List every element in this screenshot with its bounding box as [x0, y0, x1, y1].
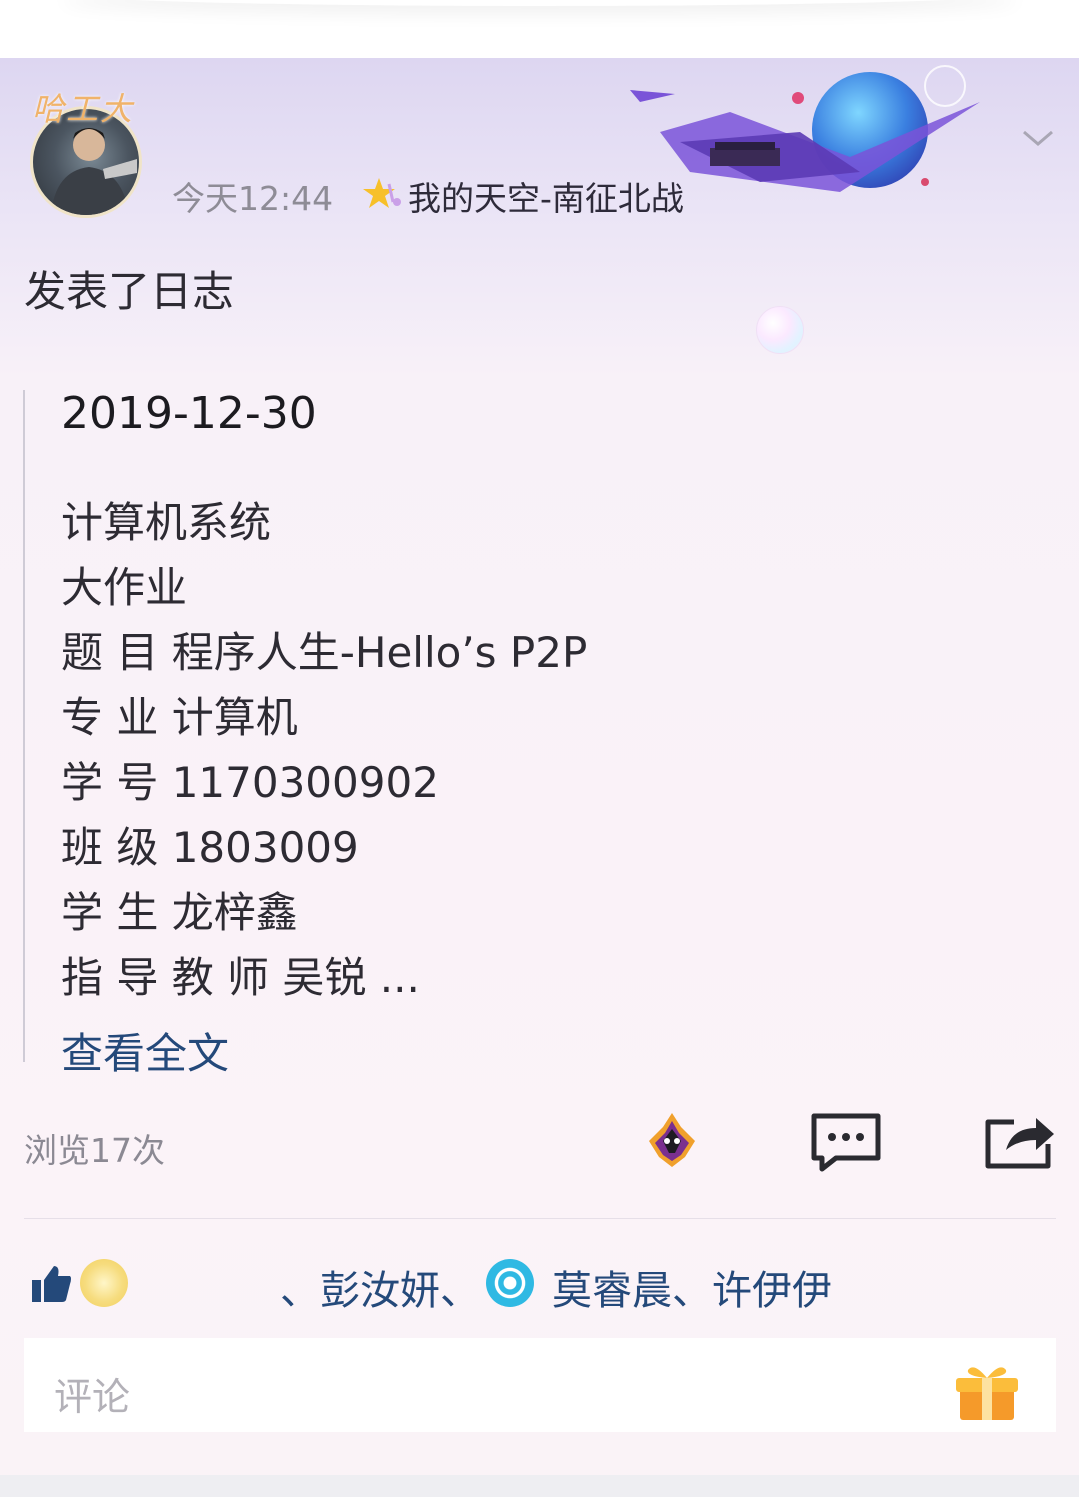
- chevron-down-icon[interactable]: [1020, 126, 1056, 150]
- article-line: 班 级 1803009: [61, 823, 359, 872]
- article-line: 专 业 计算机: [61, 693, 298, 742]
- decorative-bubble: [756, 306, 804, 354]
- avatar-frame-text: 哈工大: [32, 90, 135, 128]
- article-preview[interactable]: 2019-12-30 计算机系统 大作业 题 目 程序人生-Hello’s P2…: [61, 386, 587, 1010]
- quote-bar: [23, 390, 25, 1062]
- article-line: 计算机系统: [61, 498, 272, 547]
- avatar[interactable]: 哈工大: [18, 82, 153, 222]
- likers-text[interactable]: 莫睿晨、许伊伊: [552, 1258, 832, 1316]
- section-divider: [24, 1218, 1056, 1219]
- comment-input[interactable]: 评论: [24, 1338, 1056, 1432]
- bottom-strip: [0, 1475, 1079, 1497]
- top-bar-shadow: [60, 0, 1020, 6]
- thumb-up-icon[interactable]: [30, 1262, 72, 1304]
- comment-icon[interactable]: [810, 1112, 882, 1172]
- read-more-link[interactable]: 查看全文: [61, 1020, 229, 1081]
- space-title[interactable]: 我的天空-南征北战: [408, 172, 684, 220]
- article-line: 学 号 1170300902: [61, 758, 439, 807]
- likers-text[interactable]: 、彭汝妍、: [280, 1258, 480, 1316]
- comment-placeholder: 评论: [54, 1375, 131, 1419]
- article-date: 2019-12-30: [61, 388, 317, 439]
- top-bar: [0, 0, 1079, 58]
- liker-avatar-badge[interactable]: [486, 1259, 534, 1307]
- gift-icon[interactable]: [954, 1358, 1020, 1424]
- article-line: 大作业: [61, 563, 188, 612]
- article-line: 指 导 教 师 吴锐 ...: [61, 953, 420, 1002]
- star-icon: [363, 178, 401, 208]
- view-count: 浏览17次: [24, 1131, 165, 1170]
- post-timestamp: 今天12:44: [172, 179, 334, 218]
- liker-avatar-badge[interactable]: [80, 1259, 128, 1307]
- flame-icon[interactable]: [645, 1111, 699, 1169]
- article-line: 学 生 龙梓鑫: [61, 888, 298, 937]
- post-action-text: 发表了日志: [24, 267, 235, 316]
- share-icon[interactable]: [984, 1110, 1056, 1170]
- article-line: 题 目 程序人生-Hello’s P2P: [61, 628, 588, 677]
